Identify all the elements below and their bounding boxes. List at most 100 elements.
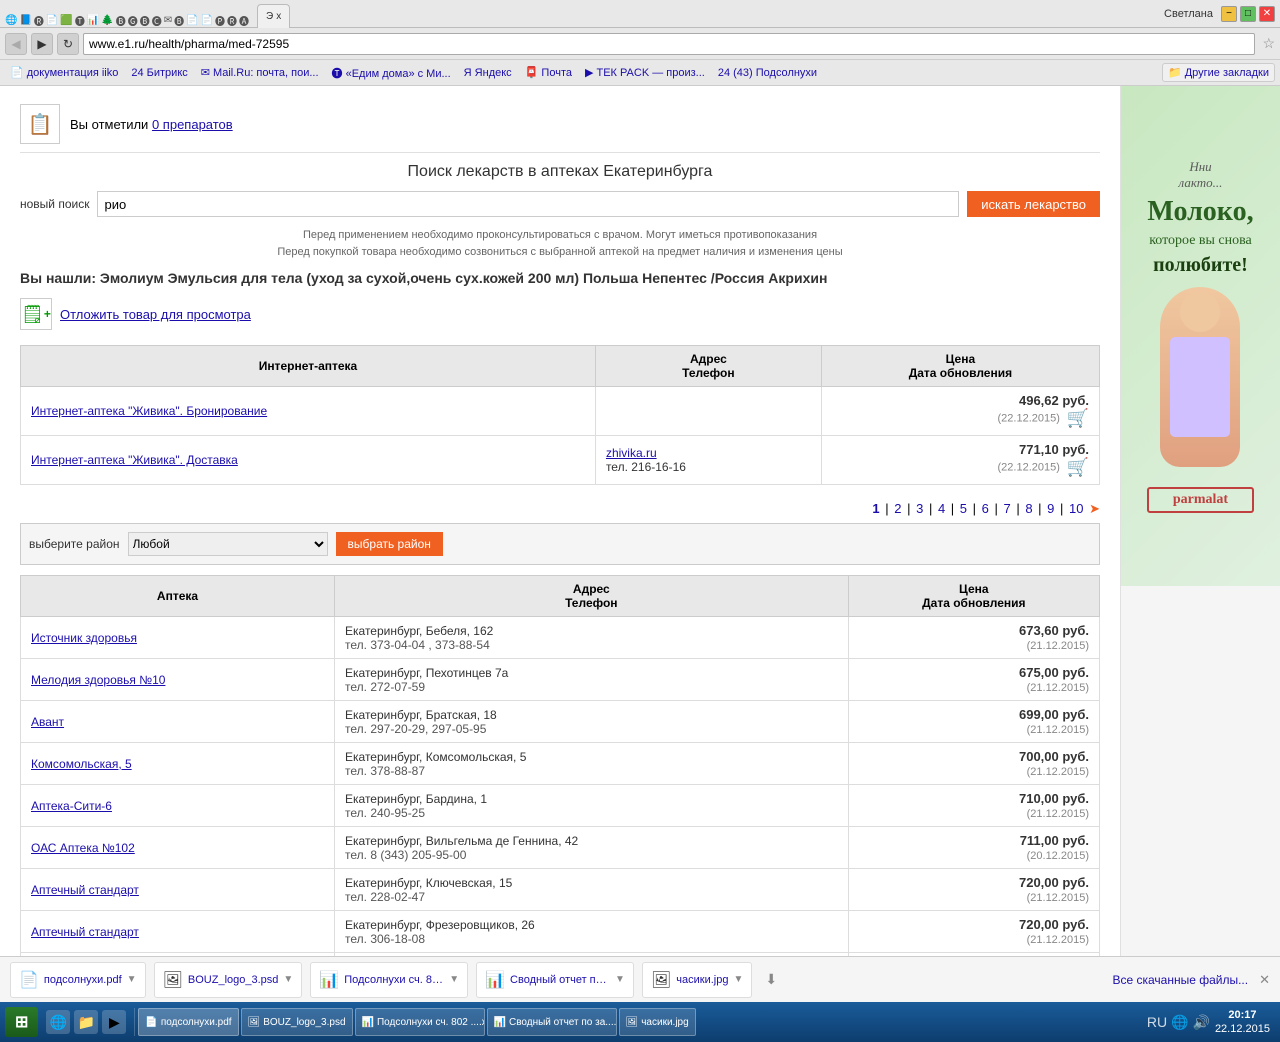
page-6[interactable]: 6 <box>982 501 989 516</box>
pharmacy-address-7: Екатеринбург, Ключевская, 15тел. 228-02-… <box>335 869 849 911</box>
maximize-button[interactable]: □ <box>1240 6 1256 22</box>
bookmark-sunflowers[interactable]: 24 (43) Подсолнухи <box>713 65 822 81</box>
user-label: Светлана <box>1164 8 1213 20</box>
search-input[interactable] <box>97 191 959 217</box>
download-arrow-4[interactable]: ▼ <box>615 974 625 985</box>
download-name-5[interactable]: часики.jpg <box>676 974 728 986</box>
pharmacy-price-5: 710,00 руб. (21.12.2015) <box>848 785 1099 827</box>
main-content: 📋 Вы отметили 0 препаратов Поиск лекарст… <box>0 86 1120 956</box>
title-bar: 🌐 📘 🅡 📄 🟩 🅣 📊 🌲 🅑 🅖 🅑 🅒 ✉ 🅑 📄 📄 🅟 🅡 🅐 <box>0 0 1280 28</box>
pharmacy-link-8[interactable]: Аптечный стандарт <box>31 925 139 939</box>
page-1[interactable]: 1 <box>872 501 879 516</box>
refresh-button[interactable]: ↻ <box>57 33 79 55</box>
internet-pharmacy-link-2[interactable]: Интернет-аптека "Живика". Доставка <box>31 453 238 467</box>
download-bar: 📄 подсолнухи.pdf ▼ 🖼 BOUZ_logo_3.psd ▼ 📊… <box>0 956 1280 1002</box>
ad-image[interactable]: Ннилакто... Молоко, которое вы снова пол… <box>1121 86 1280 586</box>
pharmacy-link-7[interactable]: Аптечный стандарт <box>31 883 139 897</box>
systray-network: 🌐 <box>1171 1014 1188 1031</box>
bookmark-bitrix[interactable]: 24 Битрикс <box>126 65 192 81</box>
download-name-3[interactable]: Подсолнухи сч. 802 ....xls <box>344 974 444 986</box>
pharmacy-link-2[interactable]: Мелодия здоровья №10 <box>31 673 165 687</box>
taskbar-app-1[interactable]: 📄подсолнухи.pdf <box>138 1008 238 1036</box>
preparations-link[interactable]: 0 препаратов <box>152 117 233 132</box>
add-bookmark-row: 🗒+ Отложить товар для просмотра <box>20 298 1100 330</box>
page-7[interactable]: 7 <box>1003 501 1010 516</box>
pharmacy-address-1: Екатеринбург, Бебеля, 162тел. 373-04-04 … <box>335 617 849 659</box>
col-header-price: ЦенаДата обновления <box>848 576 1099 617</box>
minimize-button[interactable]: − <box>1221 6 1237 22</box>
pharmacy-link-1[interactable]: Источник здоровья <box>31 631 137 645</box>
add-to-view-link[interactable]: Отложить товар для просмотра <box>60 307 251 322</box>
pharmacy-row-3: Авант Екатеринбург, Братская, 18тел. 297… <box>21 701 1100 743</box>
download-name-2[interactable]: BOUZ_logo_3.psd <box>188 974 279 986</box>
browser-window: 🌐 📘 🅡 📄 🟩 🅣 📊 🌲 🅑 🅖 🅑 🅒 ✉ 🅑 📄 📄 🅟 🅡 🅐 <box>0 0 1280 1002</box>
taskbar-app-3[interactable]: 📊Подсолнухи сч. 802 ....xls <box>355 1008 485 1036</box>
download-arrow-1[interactable]: ▼ <box>127 974 137 985</box>
notice-icon: 📋 <box>20 104 60 144</box>
download-item-2: 🖼 BOUZ_logo_3.psd ▼ <box>154 962 303 998</box>
pharmacy-price-8: 720,00 руб. (21.12.2015) <box>848 911 1099 953</box>
download-bar-close[interactable]: ✕ <box>1259 972 1270 988</box>
forward-button[interactable]: ▶ <box>31 33 53 55</box>
address-bar[interactable] <box>83 33 1255 55</box>
add-icon: 🗒+ <box>20 298 52 330</box>
download-arrow-2[interactable]: ▼ <box>283 974 293 985</box>
bookmark-yandex[interactable]: Я Яндекс <box>459 65 517 81</box>
bookmark-pochta[interactable]: 📮 Почта <box>520 64 577 81</box>
download-name-1[interactable]: подсолнухи.pdf <box>44 974 122 986</box>
bookmark-iiko[interactable]: 📄 документация iiko <box>5 64 123 81</box>
pharmacy-link-4[interactable]: Комсомольская, 5 <box>31 757 132 771</box>
tab-strip: 🌐 📘 🅡 📄 🟩 🅣 📊 🌲 🅑 🅖 🅑 🅒 ✉ 🅑 📄 📄 🅟 🅡 🅐 <box>5 0 1159 28</box>
taskbar-app-4[interactable]: 📊Сводный отчет по за....xls <box>487 1008 617 1036</box>
taskbar-app-2[interactable]: 🖼BOUZ_logo_3.psd <box>241 1008 353 1036</box>
col-header-pharmacy: Аптека <box>21 576 335 617</box>
page-3[interactable]: 3 <box>916 501 923 516</box>
download-more[interactable]: ⬇ <box>765 971 777 988</box>
region-select[interactable]: Любой <box>128 532 328 556</box>
region-button[interactable]: выбрать район <box>336 532 443 556</box>
cart-button-2[interactable]: 🛒 <box>1067 457 1089 477</box>
taskbar-ie-icon[interactable]: 🌐 <box>46 1010 70 1034</box>
pharmacy-row-6: ОАС Аптека №102 Екатеринбург, Вильгельма… <box>21 827 1100 869</box>
col-header-price-internet: ЦенаДата обновления <box>821 346 1099 387</box>
internet-pharmacy-link-1[interactable]: Интернет-аптека "Живика". Бронирование <box>31 404 267 418</box>
download-arrow-5[interactable]: ▼ <box>733 974 743 985</box>
page-5[interactable]: 5 <box>960 501 967 516</box>
taskbar-folder-icon[interactable]: 📁 <box>74 1010 98 1034</box>
page-2[interactable]: 2 <box>894 501 901 516</box>
next-arrow[interactable]: ➤ <box>1089 501 1100 516</box>
search-header: Поиск лекарств в аптеках Екатеринбурга <box>20 163 1100 181</box>
bookmark-edimdoma[interactable]: 🅣 «Едим дома» с Ми... <box>327 63 456 83</box>
search-label: новый поиск <box>20 197 89 211</box>
pharmacy-link-6[interactable]: ОАС Аптека №102 <box>31 841 135 855</box>
bookmark-tekpack[interactable]: ▶ ТЕК PACK — произ... <box>580 64 710 81</box>
download-arrow-3[interactable]: ▼ <box>449 974 459 985</box>
search-button[interactable]: искать лекарство <box>967 191 1100 217</box>
page-8[interactable]: 8 <box>1025 501 1032 516</box>
bookmark-star[interactable]: ☆ <box>1262 35 1275 52</box>
close-button[interactable]: ✕ <box>1259 6 1275 22</box>
download-item-5: 🖼 часики.jpg ▼ <box>642 962 752 998</box>
taskbar-apps: 📄подсолнухи.pdf 🖼BOUZ_logo_3.psd 📊Подсол… <box>138 1008 1138 1036</box>
download-name-4[interactable]: Сводный отчет по за....xls <box>510 974 610 986</box>
other-bookmarks-folder[interactable]: 📁 Другие закладки <box>1162 63 1275 82</box>
page-10[interactable]: 10 <box>1069 501 1083 516</box>
page-4[interactable]: 4 <box>938 501 945 516</box>
pharmacy-address-4: Екатеринбург, Комсомольская, 5тел. 378-8… <box>335 743 849 785</box>
zhivika-link[interactable]: zhivika.ru <box>606 446 657 460</box>
pharmacy-address-8: Екатеринбург, Фрезеровщиков, 26тел. 306-… <box>335 911 849 953</box>
start-button[interactable]: ⊞ <box>5 1007 38 1037</box>
bookmark-mail[interactable]: ✉ Mail.Ru: почта, пои... <box>196 64 324 81</box>
ad-logo: parmalat <box>1147 487 1253 513</box>
pharmacy-link-5[interactable]: Аптека-Сити-6 <box>31 799 112 813</box>
download-all-link[interactable]: Все скачанные файлы... <box>1112 973 1248 987</box>
taskbar-media-icon[interactable]: ▶ <box>102 1010 126 1034</box>
pharmacy-link-3[interactable]: Авант <box>31 715 64 729</box>
cart-button-1[interactable]: 🛒 <box>1067 408 1089 428</box>
internet-row-2: Интернет-аптека "Живика". Доставка zhivi… <box>21 436 1100 485</box>
back-button[interactable]: ◀ <box>5 33 27 55</box>
page-9[interactable]: 9 <box>1047 501 1054 516</box>
tab-current[interactable]: Э х <box>257 4 290 28</box>
sidebar-ad: Ннилакто... Молоко, которое вы снова пол… <box>1120 86 1280 956</box>
taskbar-app-5[interactable]: 🖼часики.jpg <box>619 1008 696 1036</box>
